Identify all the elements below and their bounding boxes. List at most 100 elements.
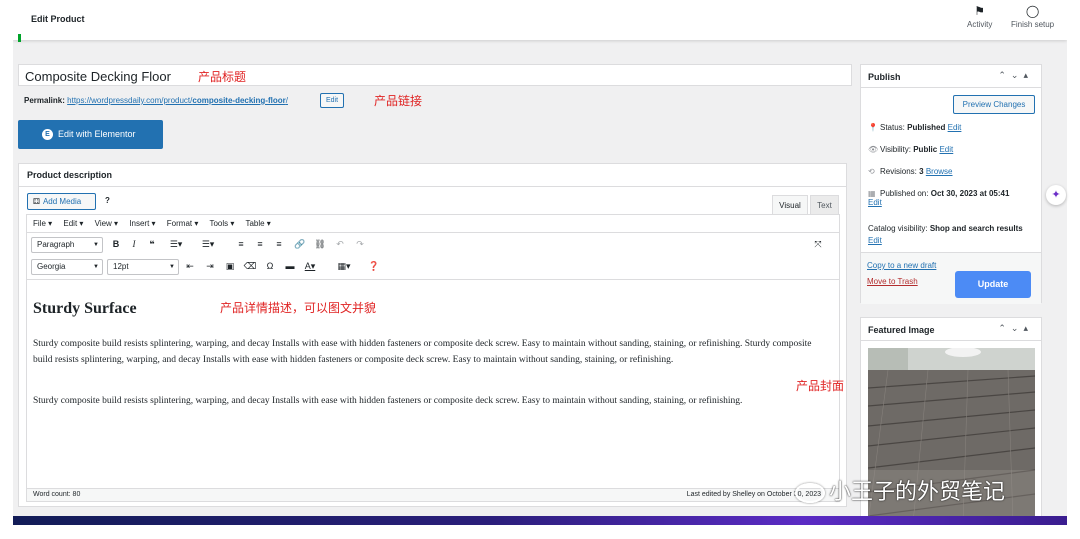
ai-sparkle-button[interactable]: ✦	[1046, 185, 1066, 205]
help-circle-icon[interactable]: ❓	[367, 261, 381, 272]
align-center-icon[interactable]: ≡	[253, 239, 267, 249]
indent-icon[interactable]: ⇤	[183, 261, 197, 272]
format-select-value: Paragraph	[37, 240, 75, 249]
annotation-cover: 产品封面	[796, 379, 845, 393]
editor-statusbar: Word count: 80 Last edited by Shelley on…	[27, 488, 839, 501]
bottom-dock-strip	[13, 516, 1067, 525]
progress-circle-icon: ◯	[1025, 4, 1040, 18]
revisions-row: ⟲ Revisions: 3 Browse	[868, 167, 953, 176]
finish-setup-button[interactable]: ◯ Finish setup	[1011, 4, 1054, 29]
published-edit-link[interactable]: Edit	[868, 198, 882, 207]
undo-icon[interactable]: ↶	[333, 239, 347, 250]
fullscreen-icon[interactable]: ⤧	[811, 239, 825, 250]
horizontal-rule-icon[interactable]: ▬	[283, 261, 297, 271]
update-button[interactable]: Update	[955, 271, 1031, 298]
box-controls[interactable]: ⌃⌄▴	[998, 323, 1033, 334]
product-title-input[interactable]: Composite Decking Floor	[18, 64, 852, 86]
eye-icon: 👁	[868, 145, 879, 154]
product-description-box: Product description ⚃ Add Media ? Visual …	[18, 163, 847, 507]
activity-label: Activity	[967, 20, 993, 29]
publish-header: Publish ⌃⌄▴	[861, 65, 1041, 88]
wechat-icon	[795, 483, 825, 503]
menu-format[interactable]: Format ▾	[167, 219, 199, 228]
menu-view[interactable]: View ▾	[95, 219, 118, 228]
font-size-select[interactable]: 12pt ▼	[107, 259, 179, 275]
featured-title: Featured Image	[868, 325, 935, 335]
align-right-icon[interactable]: ≡	[272, 239, 286, 249]
content-paragraph-2: Sturdy composite build resists splinteri…	[33, 396, 743, 406]
clear-format-icon[interactable]: ⌫	[243, 261, 257, 272]
revisions-label: Revisions:	[880, 167, 917, 176]
content-heading: Sturdy Surface	[33, 300, 137, 317]
chevron-down-icon: ▼	[169, 264, 175, 270]
rich-text-editor: File ▾ Edit ▾ View ▾ Insert ▾ Format ▾ T…	[26, 214, 840, 502]
status-value: Published	[907, 123, 946, 132]
publish-box: Publish ⌃⌄▴ Preview Changes 📍 Status: Pub…	[860, 64, 1042, 304]
tab-visual[interactable]: Visual	[772, 195, 808, 214]
visibility-edit-link[interactable]: Edit	[939, 145, 953, 154]
add-media-label: Add Media	[42, 197, 82, 206]
editor-menubar: File ▾ Edit ▾ View ▾ Insert ▾ Format ▾ T…	[27, 215, 839, 233]
text-color-icon[interactable]: A▾	[303, 261, 317, 272]
published-value: Oct 30, 2023 at 05:41	[930, 189, 1010, 198]
link-icon[interactable]: 🔗	[293, 239, 307, 250]
history-icon: ⟲	[868, 167, 875, 176]
published-row: ▦ Published on: Oct 30, 2023 at 05:41 Edit	[868, 189, 1038, 207]
edit-with-elementor-button[interactable]: E Edit with Elementor	[18, 120, 163, 149]
featured-header: Featured Image ⌃⌄▴	[861, 318, 1041, 341]
publish-title: Publish	[868, 72, 901, 82]
unlink-icon[interactable]: ⛓	[313, 239, 327, 250]
top-bar: Edit Product ⚑ Activity ◯ Finish setup	[13, 0, 1067, 42]
add-media-button[interactable]: ⚃ Add Media	[27, 193, 96, 210]
help-icon[interactable]: ?	[105, 196, 110, 205]
menu-insert[interactable]: Insert ▾	[129, 219, 155, 228]
chevron-down-icon: ▼	[93, 264, 99, 270]
format-select[interactable]: Paragraph ▼	[31, 237, 103, 253]
omega-icon[interactable]: Ω	[263, 261, 277, 271]
editor-toolbar-1: Paragraph ▼ B I ❝ ☰▾ ☰▾ ≡ ≡ ≡ 🔗 ⛓ ↶ ↷ ⤧	[27, 234, 839, 256]
bold-icon[interactable]: B	[109, 239, 123, 249]
permalink-link[interactable]: https://wordpressdaily.com/product/compo…	[67, 96, 288, 105]
menu-tools[interactable]: Tools ▾	[209, 219, 234, 228]
permalink-slug: composite-decking-floor	[192, 96, 286, 105]
status-row: 📍 Status: Published Edit	[868, 123, 961, 132]
copy-to-draft-link[interactable]: Copy to a new draft	[867, 261, 936, 270]
tab-text[interactable]: Text	[810, 195, 839, 214]
menu-file[interactable]: File ▾	[33, 219, 52, 228]
numbered-list-icon[interactable]: ☰▾	[201, 239, 215, 250]
align-left-icon[interactable]: ≡	[234, 239, 248, 249]
blockquote-icon[interactable]: ❝	[145, 239, 159, 250]
bullet-list-icon[interactable]: ☰▾	[169, 239, 183, 250]
table-icon[interactable]: ▦▾	[337, 261, 351, 272]
paste-icon[interactable]: ▣	[223, 261, 237, 272]
font-family-select[interactable]: Georgia ▼	[31, 259, 103, 275]
italic-icon[interactable]: I	[127, 239, 141, 249]
box-controls[interactable]: ⌃⌄▴	[998, 70, 1033, 81]
sparkle-icon: ✦	[1051, 189, 1061, 201]
revisions-browse-link[interactable]: Browse	[926, 167, 953, 176]
permalink-base: https://wordpressdaily.com/product/	[67, 96, 193, 105]
outdent-icon[interactable]: ⇥	[203, 261, 217, 272]
annotation-description: 产品详情描述，可以图文并貌	[220, 301, 377, 315]
word-count: Word count: 80	[33, 491, 81, 498]
menu-edit[interactable]: Edit ▾	[63, 219, 83, 228]
preview-changes-button[interactable]: Preview Changes	[953, 95, 1035, 114]
menu-table[interactable]: Table ▾	[245, 219, 270, 228]
wp-admin-frame: Edit Product ⚑ Activity ◯ Finish setup C…	[13, 0, 1067, 520]
move-to-trash-link[interactable]: Move to Trash	[867, 277, 918, 286]
elementor-label: Edit with Elementor	[58, 129, 136, 139]
editor-content[interactable]: Sturdy Surface Sturdy composite build re…	[27, 281, 839, 477]
activity-button[interactable]: ⚑ Activity	[967, 4, 992, 29]
status-edit-link[interactable]: Edit	[948, 123, 962, 132]
catalog-label: Catalog visibility:	[868, 224, 928, 233]
redo-icon[interactable]: ↷	[353, 239, 367, 250]
font-family-value: Georgia	[37, 262, 66, 271]
watermark-text: 小王子的外贸笔记	[829, 480, 1006, 505]
visibility-row: 👁 Visibility: Public Edit	[868, 145, 953, 154]
page-title: Edit Product	[31, 14, 85, 24]
permalink-tail: /	[285, 96, 288, 105]
permalink-edit-button[interactable]: Edit	[320, 93, 344, 108]
pin-icon: 📍	[868, 123, 878, 132]
notice-mark	[18, 34, 21, 42]
catalog-edit-link[interactable]: Edit	[868, 236, 882, 245]
